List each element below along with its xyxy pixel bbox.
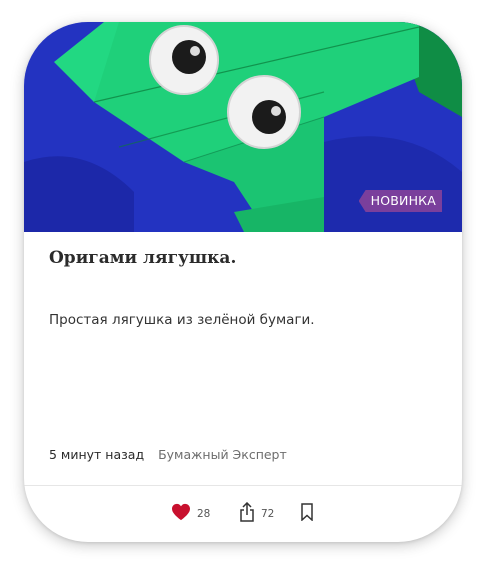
article-card[interactable]: НОВИНКА Оригами лягушка. Простая лягушка… — [24, 22, 462, 542]
like-button[interactable]: 28 — [171, 503, 210, 525]
action-bar: 28 72 — [24, 486, 462, 542]
share-button[interactable]: 72 — [239, 501, 275, 526]
article-image[interactable]: НОВИНКА — [24, 22, 462, 232]
article-meta: 5 минут назад Бумажный Эксперт — [49, 447, 287, 462]
share-icon — [239, 501, 255, 526]
heart-icon — [171, 503, 191, 525]
new-badge: НОВИНКА — [358, 190, 442, 212]
bookmark-icon — [300, 503, 314, 525]
article-title[interactable]: Оригами лягушка. — [49, 248, 236, 268]
article-description: Простая лягушка из зелёной бумаги. — [49, 312, 315, 328]
published-time: 5 минут назад — [49, 447, 145, 462]
like-count: 28 — [197, 508, 211, 520]
author-name[interactable]: Бумажный Эксперт — [158, 447, 287, 462]
share-count: 72 — [261, 508, 275, 520]
bookmark-button[interactable] — [300, 503, 314, 525]
